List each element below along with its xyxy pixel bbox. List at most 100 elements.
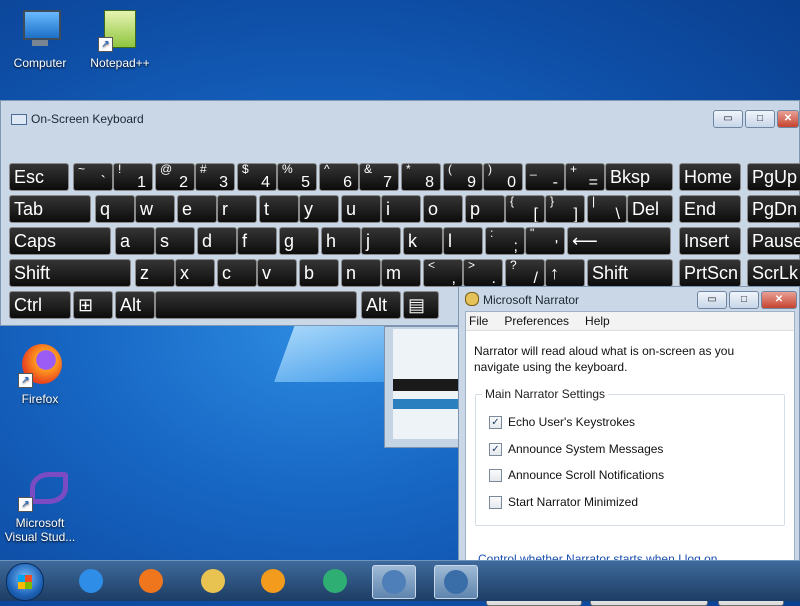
key-shift[interactable]: Shift bbox=[9, 259, 131, 287]
key-z[interactable]: z bbox=[135, 259, 175, 287]
key-pause[interactable]: Pause bbox=[747, 227, 800, 255]
desktop-icon-visual-studio[interactable]: ↗ Microsoft Visual Stud... bbox=[2, 468, 78, 544]
key-,[interactable]: <, bbox=[423, 259, 463, 287]
menu-preferences[interactable]: Preferences bbox=[504, 312, 569, 330]
narrator-window[interactable]: Microsoft Narrator ▭ □ ✕ File Preference… bbox=[458, 286, 800, 606]
menu-help[interactable]: Help bbox=[585, 312, 610, 330]
key-▤[interactable]: ▤ bbox=[403, 291, 439, 319]
echo-keystrokes-checkbox[interactable]: ✓ Echo User's Keystrokes bbox=[489, 415, 635, 429]
key-m[interactable]: m bbox=[381, 259, 421, 287]
key-t[interactable]: t bbox=[259, 195, 299, 223]
key-c[interactable]: c bbox=[217, 259, 257, 287]
narrator-close-button[interactable]: ✕ bbox=[761, 291, 797, 309]
key-a[interactable]: a bbox=[115, 227, 155, 255]
key-shift[interactable]: Shift bbox=[587, 259, 673, 287]
key-bksp[interactable]: Bksp bbox=[605, 163, 673, 191]
key-1[interactable]: ! 1 bbox=[113, 163, 153, 191]
key-h[interactable]: h bbox=[321, 227, 361, 255]
key-\[interactable]: | \ bbox=[587, 195, 627, 223]
key-`[interactable]: ~ ` bbox=[73, 163, 113, 191]
key-esc[interactable]: Esc bbox=[9, 163, 69, 191]
key-end[interactable]: End bbox=[679, 195, 741, 223]
key-k[interactable]: k bbox=[403, 227, 443, 255]
key-[[interactable]: {[ bbox=[505, 195, 545, 223]
key-n[interactable]: n bbox=[341, 259, 381, 287]
key-alt[interactable]: Alt bbox=[361, 291, 401, 319]
taskbar-button[interactable] bbox=[372, 565, 416, 599]
announce-scroll-notifications-checkbox[interactable]: Announce Scroll Notifications bbox=[489, 468, 664, 482]
key-pgup[interactable]: PgUp bbox=[747, 163, 800, 191]
key-0[interactable]: ) 0 bbox=[483, 163, 523, 191]
key-b[interactable]: b bbox=[299, 259, 339, 287]
desktop-icon-computer[interactable]: Computer bbox=[2, 8, 78, 70]
taskbar-button[interactable] bbox=[314, 565, 356, 597]
checkbox-box[interactable] bbox=[489, 468, 502, 482]
key-del[interactable]: Del bbox=[627, 195, 673, 223]
key-⊞[interactable]: ⊞ bbox=[73, 291, 113, 319]
key-i[interactable]: i bbox=[381, 195, 421, 223]
key-r[interactable]: r bbox=[217, 195, 257, 223]
key-d[interactable]: d bbox=[197, 227, 237, 255]
key-tab[interactable]: Tab bbox=[9, 195, 91, 223]
key-s[interactable]: s bbox=[155, 227, 195, 255]
key-y[interactable]: y bbox=[299, 195, 339, 223]
key-v[interactable]: v bbox=[257, 259, 297, 287]
key-'[interactable]: " ' bbox=[525, 227, 565, 255]
start-button[interactable] bbox=[6, 563, 44, 601]
taskbar-button[interactable] bbox=[252, 565, 294, 597]
key-j[interactable]: j bbox=[361, 227, 401, 255]
key-e[interactable]: e bbox=[177, 195, 217, 223]
key-3[interactable]: #3 bbox=[195, 163, 235, 191]
background-window[interactable] bbox=[384, 326, 466, 448]
narrator-minimize-button[interactable]: ▭ bbox=[697, 291, 727, 309]
key-9[interactable]: (9 bbox=[443, 163, 483, 191]
taskbar-button[interactable] bbox=[434, 565, 478, 599]
key-g[interactable]: g bbox=[279, 227, 319, 255]
key-7[interactable]: & 7 bbox=[359, 163, 399, 191]
key-][interactable]: }] bbox=[545, 195, 585, 223]
menu-file[interactable]: File bbox=[469, 312, 488, 330]
key-ctrl[interactable]: Ctrl bbox=[9, 291, 71, 319]
key-.[interactable]: >. bbox=[463, 259, 503, 287]
key-scrlk[interactable]: ScrLk bbox=[747, 259, 800, 287]
key-space[interactable] bbox=[155, 291, 357, 319]
key-4[interactable]: $4 bbox=[237, 163, 277, 191]
key-home[interactable]: Home bbox=[679, 163, 741, 191]
key-u[interactable]: u bbox=[341, 195, 381, 223]
key-l[interactable]: l bbox=[443, 227, 483, 255]
key-=[interactable]: + = bbox=[565, 163, 605, 191]
checkbox-box[interactable]: ✓ bbox=[489, 415, 502, 429]
taskbar-button[interactable] bbox=[130, 565, 172, 597]
key-alt[interactable]: Alt bbox=[115, 291, 155, 319]
key-5[interactable]: % 5 bbox=[277, 163, 317, 191]
key-q[interactable]: q bbox=[95, 195, 135, 223]
narrator-titlebar[interactable]: Microsoft Narrator ▭ □ ✕ bbox=[459, 287, 799, 311]
key-8[interactable]: * 8 bbox=[401, 163, 441, 191]
checkbox-box[interactable]: ✓ bbox=[489, 442, 502, 456]
key-2[interactable]: @2 bbox=[155, 163, 195, 191]
desktop-icon-notepadpp[interactable]: ↗ Notepad++ bbox=[82, 8, 158, 70]
osk-titlebar[interactable]: On-Screen Keyboard ▭ □ ✕ bbox=[1, 101, 799, 135]
key-caps[interactable]: Caps bbox=[9, 227, 111, 255]
taskbar-button[interactable] bbox=[70, 565, 112, 597]
key-;[interactable]: :; bbox=[485, 227, 525, 255]
key-/[interactable]: ? / bbox=[505, 259, 545, 287]
osk-close-button[interactable]: ✕ bbox=[777, 110, 799, 128]
key-6[interactable]: ^ 6 bbox=[319, 163, 359, 191]
osk-minimize-button[interactable]: ▭ bbox=[713, 110, 743, 128]
osk-maximize-button[interactable]: □ bbox=[745, 110, 775, 128]
key-o[interactable]: o bbox=[423, 195, 463, 223]
taskbar-button[interactable] bbox=[192, 565, 234, 597]
key-⟵[interactable]: ⟵ bbox=[567, 227, 671, 255]
key-prtscn[interactable]: PrtScn bbox=[679, 259, 741, 287]
key-↑[interactable]: ↑ bbox=[545, 259, 585, 287]
key-p[interactable]: p bbox=[465, 195, 505, 223]
key--[interactable]: _ - bbox=[525, 163, 565, 191]
key-f[interactable]: f bbox=[237, 227, 277, 255]
key-pgdn[interactable]: PgDn bbox=[747, 195, 800, 223]
announce-system-messages-checkbox[interactable]: ✓ Announce System Messages bbox=[489, 442, 663, 456]
start-minimized-checkbox[interactable]: Start Narrator Minimized bbox=[489, 495, 638, 509]
key-w[interactable]: w bbox=[135, 195, 175, 223]
narrator-maximize-button[interactable]: □ bbox=[729, 291, 759, 309]
desktop-icon-firefox[interactable]: ↗ Firefox bbox=[2, 344, 78, 406]
